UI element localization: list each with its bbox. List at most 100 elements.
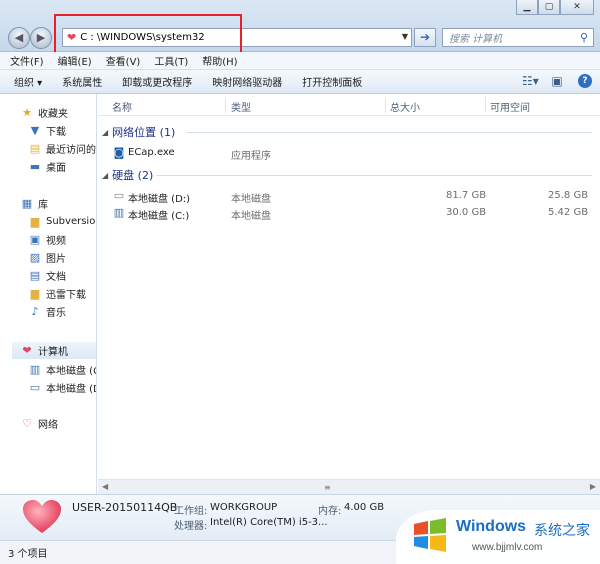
go-button[interactable]: ➔ [414,28,436,47]
list-item-disk-d[interactable]: ▭ 本地磁盘 (D:) 本地磁盘 81.7 GB 25.8 GB [98,188,600,205]
memory-value: 4.00 GB [344,502,385,513]
title-bar: ▁ ▢ ✕ ◀ ▶ ❤ C : \WINDOWS\system32 ▼ ➔ 搜索… [0,0,600,52]
navigation-pane: ★ 收藏夹 ▼ 下载 ▤ 最近访问的 ▬ 桌面 ▦ 库 ▆ Subversion… [0,94,97,494]
heart-computer-icon: ❤ [67,31,77,44]
chevron-down-icon[interactable]: ▼ [402,32,408,41]
open-control-panel-button[interactable]: 打开控制面板 [302,74,362,89]
scroll-thumb-grip-icon[interactable]: ≡ [324,483,332,492]
nav-item-disk-d[interactable]: ▭ 本地磁盘 (D [28,379,96,396]
item-free-space: 5.42 GB [548,207,589,218]
column-separator[interactable] [385,97,386,113]
scroll-left-icon[interactable]: ◀ [102,482,108,491]
column-separator[interactable] [485,97,486,113]
watermark-cn: 系统之家 [534,523,590,539]
menu-file[interactable]: 文件(F) [10,53,44,68]
address-path: C : \WINDOWS\system32 [80,32,205,43]
maximize-button[interactable]: ▢ [538,0,560,15]
preview-pane-icon[interactable]: ▣ [550,74,564,88]
nav-item-disk-c[interactable]: ▥ 本地磁盘 (C [28,361,96,378]
workgroup-label: 工作组: [174,506,208,517]
computer-heart-icon [23,500,61,533]
close-button[interactable]: ✕ [560,0,594,15]
nav-item-subversion[interactable]: ▆ Subversion [28,213,96,230]
desktop-icon: ▬ [29,160,41,173]
help-icon[interactable]: ? [578,74,592,88]
item-free-space: 25.8 GB [548,190,589,201]
search-icon[interactable]: ⚲ [580,31,588,44]
menu-view[interactable]: 查看(V) [106,53,141,68]
organize-button[interactable]: 组织 ▾ [14,74,42,89]
forward-button[interactable]: ▶ [30,27,52,49]
item-total-size: 30.0 GB [446,207,487,218]
watermark-url: www.bjjmlv.com [472,542,543,553]
processor-label: 处理器: [174,521,208,532]
column-type[interactable]: 类型 [231,99,251,114]
drive-icon: ▭ [113,189,125,202]
item-name: 本地磁盘 (D:) [128,194,191,205]
minimize-button[interactable]: ▁ [516,0,538,15]
computer-name: USER-20150114QB [72,501,178,514]
collapse-arrow-icon[interactable]: ◢ [102,171,108,180]
arrow-right-icon: ▶ [36,31,46,44]
group-network-locations[interactable]: ◢ 网络位置 (1) [102,124,175,140]
folder-icon: ▆ [30,287,40,300]
horizontal-scrollbar[interactable]: ◀ ≡ ▶ [98,479,600,494]
nav-item-desktop[interactable]: ▬ 桌面 [28,158,96,175]
item-count: 3 个项目 [8,549,48,560]
nav-network[interactable]: ♡ 网络 [20,415,96,432]
file-list: 名称 类型 总大小 可用空间 ◢ 网络位置 (1) ◙ ECap.exe 应用程… [98,94,600,494]
item-name: 本地磁盘 (C:) [128,211,190,222]
column-name[interactable]: 名称 [112,99,132,114]
heart-computer-icon: ❤ [22,344,32,357]
list-item-disk-c[interactable]: ▥ 本地磁盘 (C:) 本地磁盘 30.0 GB 5.42 GB [98,205,600,222]
search-box[interactable]: 搜索 计算机 ⚲ [442,28,594,47]
picture-icon: ▨ [29,251,41,264]
menu-bar: 文件(F) 编辑(E) 查看(V) 工具(T) 帮助(H) [0,52,600,70]
view-options-icon[interactable]: ☷▾ [522,74,539,88]
memory-label: 内存: [318,506,342,517]
toolbar-right: ☷▾ ▣ ? [522,74,592,88]
menu-edit[interactable]: 编辑(E) [58,53,92,68]
arrow-go-icon: ➔ [419,30,431,44]
nav-item-downloads[interactable]: ▼ 下载 [28,122,96,139]
collapse-arrow-icon[interactable]: ◢ [102,128,108,137]
menu-help[interactable]: 帮助(H) [202,53,237,68]
scroll-right-icon[interactable]: ▶ [590,482,596,491]
nav-item-recent[interactable]: ▤ 最近访问的 [28,140,96,157]
nav-item-music[interactable]: ♪ 音乐 [28,303,96,320]
video-icon: ▣ [29,233,41,246]
column-separator[interactable] [225,97,226,113]
list-item-ecap[interactable]: ◙ ECap.exe 应用程序 [98,145,600,162]
nav-favorites[interactable]: ★ 收藏夹 [20,104,96,121]
search-placeholder: 搜索 计算机 [449,34,503,45]
column-free-space[interactable]: 可用空间 [490,99,530,114]
column-total-size[interactable]: 总大小 [390,99,420,114]
download-folder-icon: ▼ [30,124,40,137]
item-type: 本地磁盘 [231,194,271,205]
windows-drive-icon: ▥ [29,363,41,376]
back-button[interactable]: ◀ [8,27,30,49]
address-bar[interactable]: ❤ C : \WINDOWS\system32 ▼ [62,28,412,47]
nav-libraries[interactable]: ▦ 库 [20,195,96,212]
nav-item-pictures[interactable]: ▨ 图片 [28,249,96,266]
windows-drive-icon: ▥ [113,206,125,219]
uninstall-program-button[interactable]: 卸载或更改程序 [122,74,192,89]
system-properties-button[interactable]: 系统属性 [62,74,102,89]
group-hard-disks[interactable]: ◢ 硬盘 (2) [102,167,153,183]
camera-app-icon: ◙ [113,146,125,159]
item-name: ECap.exe [128,147,175,158]
nav-item-thunder-downloads[interactable]: ▆ 迅雷下载 [28,285,96,302]
windows-logo-icon [414,518,446,552]
menu-tools[interactable]: 工具(T) [154,53,188,68]
recent-places-icon: ▤ [29,142,41,155]
nav-item-videos[interactable]: ▣ 视频 [28,231,96,248]
nav-item-documents[interactable]: ▤ 文档 [28,267,96,284]
nav-computer[interactable]: ❤ 计算机 [12,342,96,359]
arrow-left-icon: ◀ [14,31,24,44]
command-toolbar: 组织 ▾ 系统属性 卸载或更改程序 映射网络驱动器 打开控制面板 ☷▾ ▣ ? [0,70,600,94]
folder-icon: ▆ [30,215,40,228]
item-type: 本地磁盘 [231,211,271,222]
watermark: Windows 系统之家 www.bjjmlv.com [396,510,600,564]
processor-value: Intel(R) Core(TM) i5-3... [210,517,328,528]
map-network-drive-button[interactable]: 映射网络驱动器 [212,74,282,89]
